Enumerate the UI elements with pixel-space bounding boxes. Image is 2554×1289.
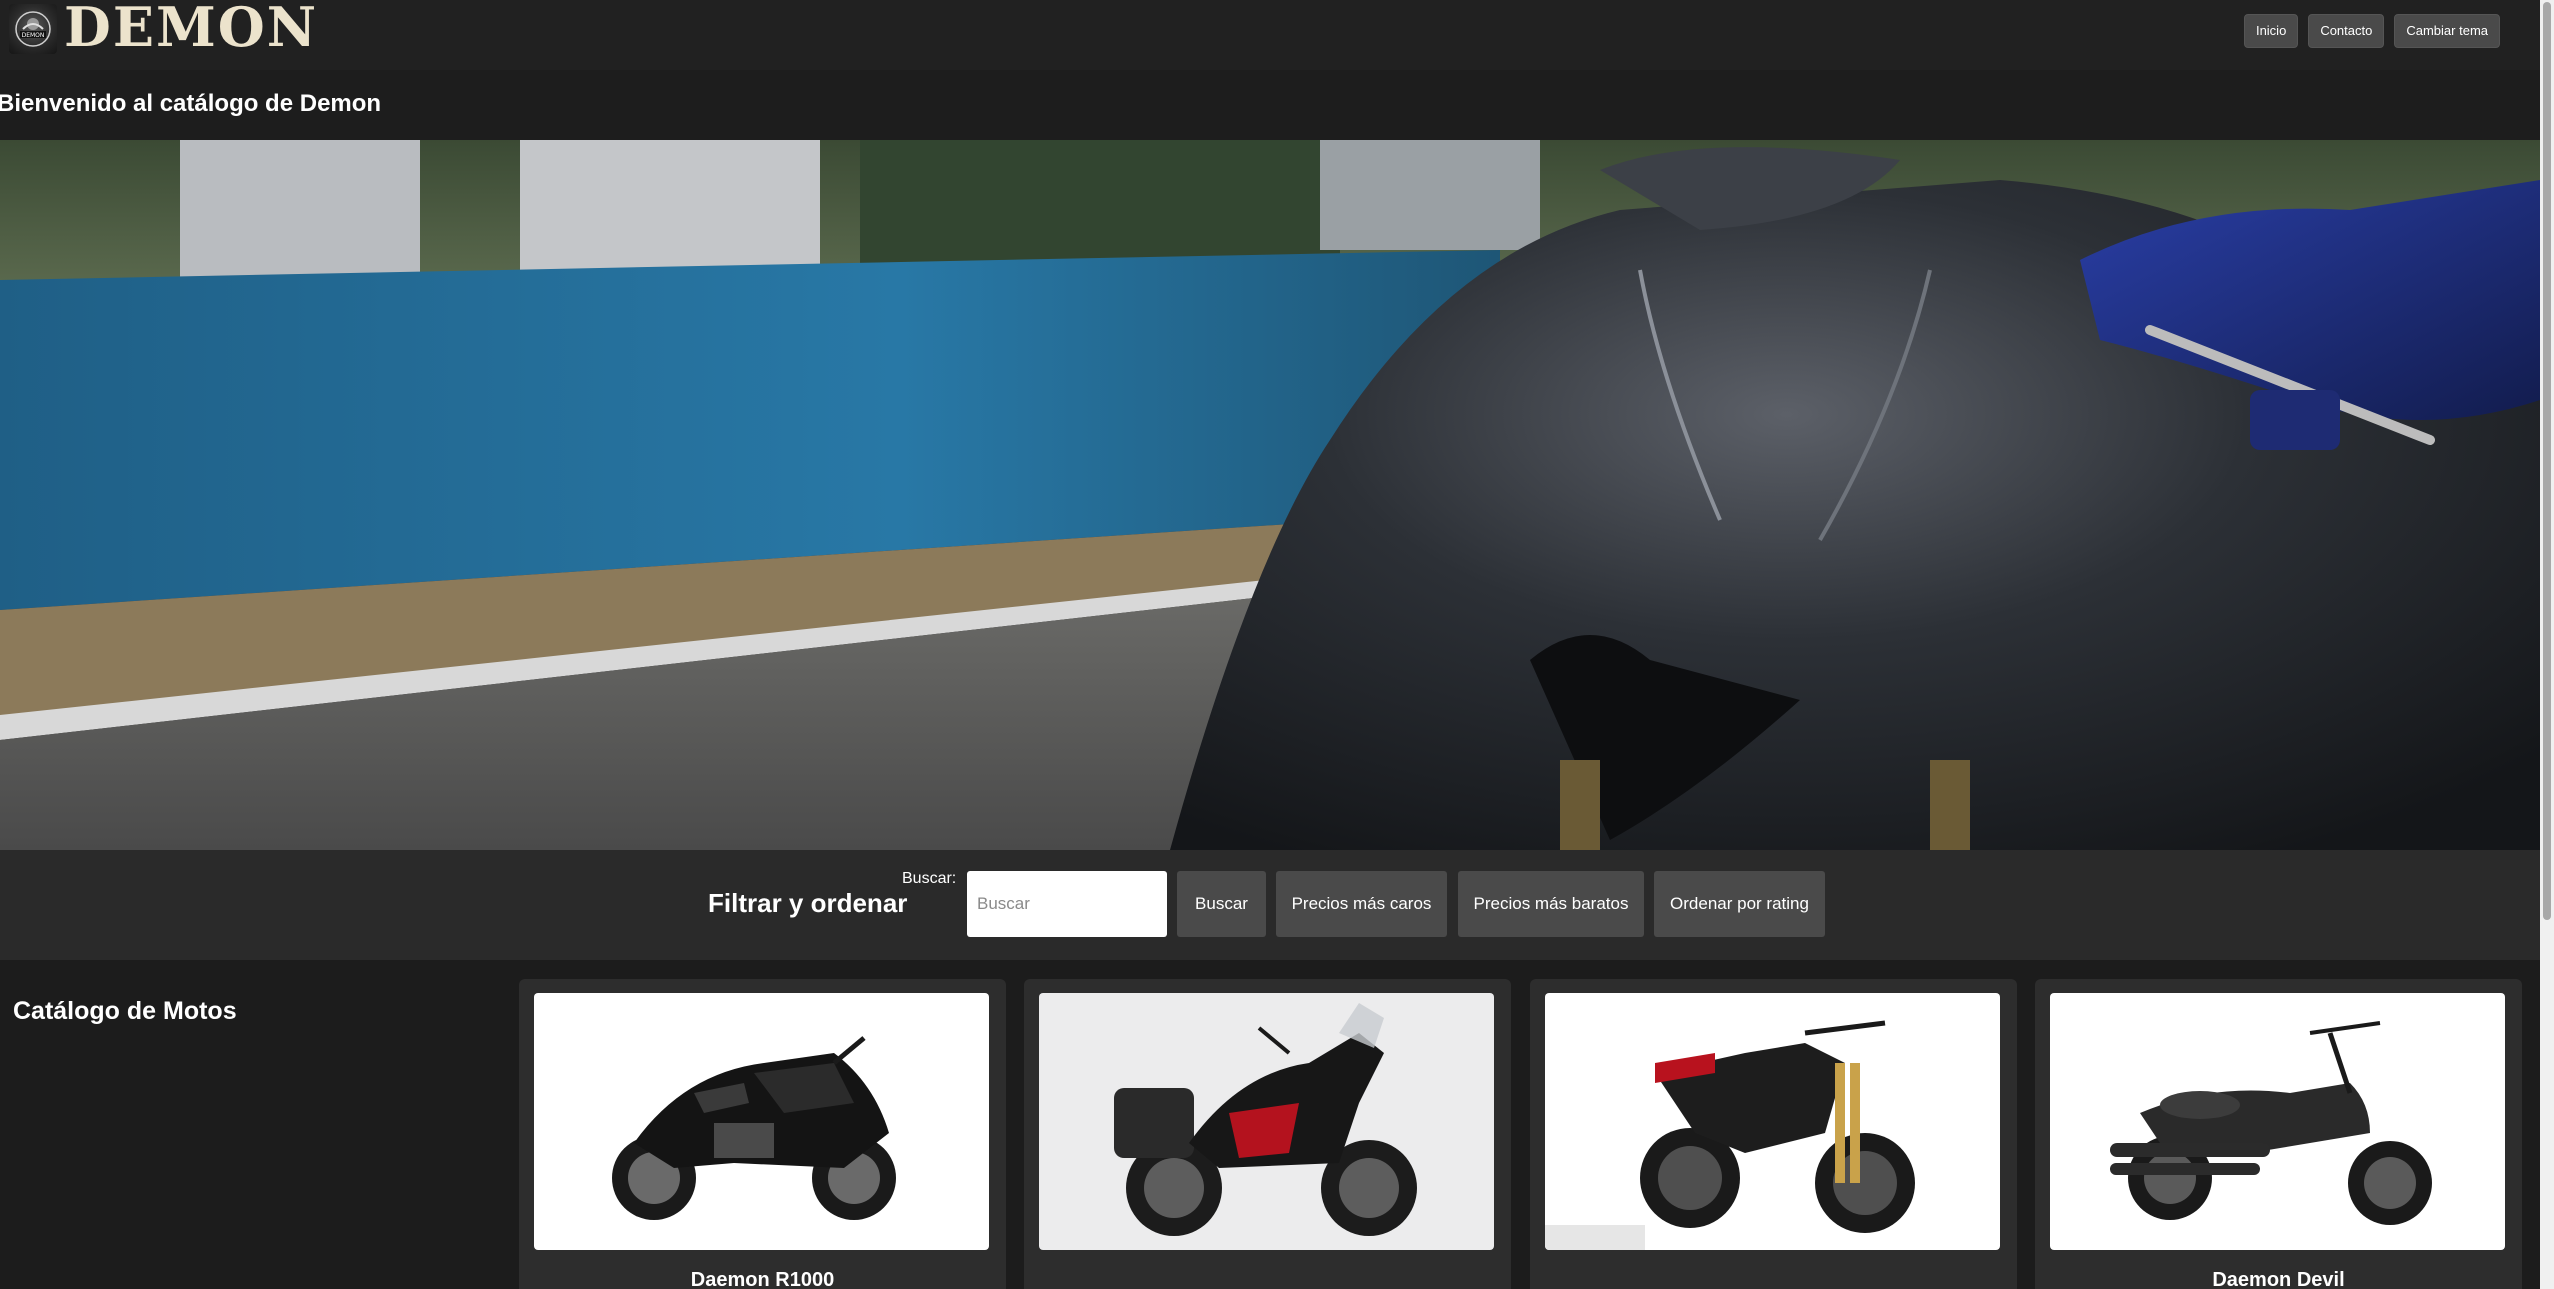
hero-image bbox=[0, 140, 2540, 850]
header: DEMON DEMON Inicio Contacto Cambiar tema bbox=[0, 0, 2540, 70]
filter-bar: Filtrar y ordenar Buscar: Buscar Precios… bbox=[0, 850, 2540, 960]
brand-name[interactable]: DEMON bbox=[64, 0, 318, 58]
product-card[interactable] bbox=[1024, 979, 1511, 1289]
filter-title: Filtrar y ordenar bbox=[708, 888, 908, 918]
welcome-section: Bienvenido al catálogo de Demon bbox=[0, 70, 2540, 140]
catalog-section: Catálogo de Motos Daemon R1000 Daemon De… bbox=[0, 960, 2540, 1289]
page: DEMON DEMON Inicio Contacto Cambiar tema… bbox=[0, 0, 2554, 1289]
product-card[interactable]: Daemon R1000 bbox=[519, 979, 1006, 1289]
page-scrollbar[interactable] bbox=[2540, 0, 2554, 1289]
sort-price-asc-button[interactable]: Precios más baratos bbox=[1458, 871, 1644, 937]
search-button[interactable]: Buscar bbox=[1177, 871, 1266, 937]
product-image[interactable] bbox=[1039, 993, 1494, 1250]
theme-toggle-button[interactable]: Cambiar tema bbox=[2394, 14, 2500, 48]
catalog-title: Catálogo de Motos bbox=[13, 997, 237, 1025]
sort-rating-button[interactable]: Ordenar por rating bbox=[1654, 871, 1825, 937]
top-nav: Inicio Contacto Cambiar tema bbox=[2243, 14, 2500, 48]
scrollbar-thumb[interactable] bbox=[2543, 2, 2551, 920]
page-title: Bienvenido al catálogo de Demon bbox=[0, 90, 382, 117]
sort-price-desc-button[interactable]: Precios más caros bbox=[1276, 871, 1447, 937]
product-image[interactable] bbox=[1545, 993, 2000, 1250]
search-input[interactable] bbox=[967, 871, 1167, 937]
product-name: Daemon Devil bbox=[2212, 1269, 2345, 1289]
search-label: Buscar: bbox=[902, 870, 957, 887]
logo-text: DEMON bbox=[22, 32, 45, 39]
product-card[interactable] bbox=[1530, 979, 2017, 1289]
demon-logo-icon[interactable]: DEMON bbox=[9, 4, 57, 54]
product-name: Daemon R1000 bbox=[690, 1269, 835, 1289]
product-image[interactable] bbox=[2050, 993, 2505, 1250]
product-card[interactable]: Daemon Devil bbox=[2035, 979, 2522, 1289]
product-image[interactable] bbox=[534, 993, 989, 1250]
nav-contacto-button[interactable]: Contacto bbox=[2308, 14, 2385, 48]
nav-inicio-button[interactable]: Inicio bbox=[2243, 14, 2299, 48]
